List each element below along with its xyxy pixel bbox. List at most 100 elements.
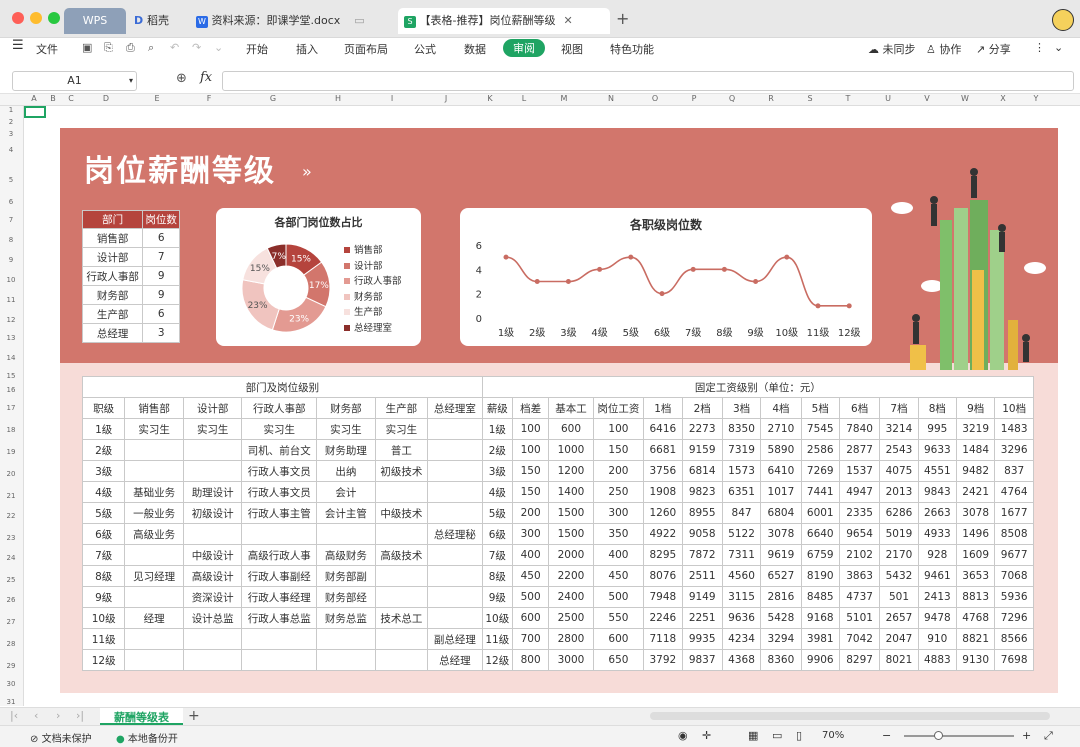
- table-cell[interactable]: 1260: [643, 502, 683, 524]
- table-cell[interactable]: [316, 628, 376, 650]
- column-header[interactable]: L: [506, 94, 542, 103]
- menu-review[interactable]: 审阅: [503, 39, 545, 57]
- table-cell[interactable]: 2246: [643, 607, 683, 629]
- table-cell[interactable]: 9130: [955, 649, 996, 671]
- table-cell[interactable]: 7441: [800, 481, 840, 503]
- table-cell[interactable]: 3115: [721, 586, 762, 608]
- table-cell[interactable]: [241, 649, 318, 671]
- new-tab-icon[interactable]: +: [616, 9, 629, 28]
- table-cell[interactable]: 初级设计: [182, 502, 243, 524]
- table-cell[interactable]: 8297: [838, 649, 881, 671]
- table-cell[interactable]: 高级财务: [316, 544, 376, 566]
- table-cell[interactable]: 3078: [760, 523, 802, 545]
- crosshair-icon[interactable]: ✛: [702, 729, 711, 742]
- dept-cell[interactable]: 9: [142, 285, 180, 305]
- collapse-icon[interactable]: ⌄: [1054, 41, 1063, 54]
- column-header[interactable]: I: [366, 94, 418, 103]
- table-cell[interactable]: 1573: [721, 460, 762, 482]
- hamburger-icon[interactable]: ☰: [12, 38, 24, 53]
- table-cell[interactable]: 9149: [681, 586, 723, 608]
- table-cell[interactable]: 9478: [917, 607, 958, 629]
- table-cell[interactable]: 行政人事经理: [241, 586, 318, 608]
- line-point[interactable]: [846, 303, 852, 309]
- table-cell[interactable]: 8566: [994, 628, 1034, 650]
- zoom-level[interactable]: 70%: [822, 730, 844, 741]
- table-cell[interactable]: 5101: [838, 607, 881, 629]
- table-cell[interactable]: [124, 439, 184, 461]
- table-cell[interactable]: 实习生: [374, 418, 429, 440]
- menu-insert[interactable]: 插入: [296, 41, 318, 57]
- table-cell[interactable]: 9级: [481, 586, 513, 608]
- table-cell[interactable]: 7068: [994, 565, 1034, 587]
- table-cell[interactable]: 995: [917, 418, 958, 440]
- table-cell[interactable]: 见习经理: [124, 565, 184, 587]
- table-cell[interactable]: 4737: [838, 586, 881, 608]
- table-cell[interactable]: 9906: [800, 649, 840, 671]
- table-cell[interactable]: 700: [511, 628, 550, 650]
- horizontal-scrollbar[interactable]: [650, 712, 1050, 720]
- table-cell[interactable]: [124, 649, 184, 671]
- cell-reference-box[interactable]: A1 ▾: [12, 71, 137, 91]
- table-cell[interactable]: 7118: [643, 628, 683, 650]
- dept-cell[interactable]: 生产部: [81, 304, 144, 324]
- table-cell[interactable]: 9159: [681, 439, 723, 461]
- table-cell[interactable]: 1537: [838, 460, 881, 482]
- table-cell[interactable]: [374, 649, 429, 671]
- column-header[interactable]: X: [984, 94, 1022, 103]
- row-header[interactable]: 28: [0, 640, 22, 648]
- table-cell[interactable]: 3219: [955, 418, 996, 440]
- table-cell[interactable]: 2663: [917, 502, 958, 524]
- table-cell[interactable]: 8821: [955, 628, 996, 650]
- table-cell[interactable]: 1484: [955, 439, 996, 461]
- table-cell[interactable]: 实习生: [316, 418, 376, 440]
- table-cell[interactable]: 5122: [721, 523, 762, 545]
- table-cell[interactable]: 9633: [917, 439, 958, 461]
- table-cell[interactable]: 10级: [481, 607, 513, 629]
- normal-view-icon[interactable]: ▦: [748, 729, 758, 742]
- row-header[interactable]: 6: [0, 198, 22, 206]
- table-cell[interactable]: 5890: [760, 439, 802, 461]
- table-cell[interactable]: 8360: [760, 649, 802, 671]
- dept-cell[interactable]: 财务部: [81, 285, 144, 305]
- column-header[interactable]: S: [792, 94, 828, 103]
- table-cell[interactable]: 中级设计: [182, 544, 243, 566]
- column-header[interactable]: Y: [1022, 94, 1050, 103]
- table-cell[interactable]: 1500: [548, 502, 594, 524]
- table-cell[interactable]: [427, 586, 483, 608]
- table-cell[interactable]: 4级: [81, 481, 126, 503]
- table-cell[interactable]: 8021: [879, 649, 919, 671]
- row-header[interactable]: 9: [0, 256, 22, 264]
- table-cell[interactable]: 2816: [760, 586, 802, 608]
- table-cell[interactable]: 8295: [643, 544, 683, 566]
- table-cell[interactable]: [182, 439, 243, 461]
- table-cell[interactable]: 2413: [917, 586, 958, 608]
- row-header[interactable]: 23: [0, 534, 22, 542]
- row-header[interactable]: 26: [0, 596, 22, 604]
- row-header[interactable]: 19: [0, 448, 22, 456]
- table-cell[interactable]: 4764: [994, 481, 1034, 503]
- table-cell[interactable]: 1483: [994, 418, 1034, 440]
- row-header[interactable]: 11: [0, 296, 22, 304]
- table-cell[interactable]: 400: [592, 544, 645, 566]
- table-cell[interactable]: [124, 628, 184, 650]
- table-cell[interactable]: 司机、前台文: [241, 439, 318, 461]
- line-point[interactable]: [534, 279, 540, 284]
- column-header[interactable]: F: [182, 94, 236, 103]
- table-cell[interactable]: 设计总监: [182, 607, 243, 629]
- table-cell[interactable]: 9482: [955, 460, 996, 482]
- table-cell[interactable]: 3214: [879, 418, 919, 440]
- tab-active-sheet[interactable]: S 【表格-推荐】岗位薪酬等级 ✕: [398, 8, 610, 34]
- column-header[interactable]: G: [236, 94, 310, 103]
- table-cell[interactable]: 9837: [681, 649, 723, 671]
- table-cell[interactable]: 技术总工: [374, 607, 429, 629]
- table-cell[interactable]: 4560: [721, 565, 762, 587]
- table-cell[interactable]: 4551: [917, 460, 958, 482]
- table-cell[interactable]: 3级: [481, 460, 513, 482]
- zoom-slider-handle[interactable]: [934, 731, 943, 740]
- table-cell[interactable]: [182, 460, 243, 482]
- table-cell[interactable]: 3792: [643, 649, 683, 671]
- table-cell[interactable]: 总经理: [427, 649, 483, 671]
- row-header[interactable]: 18: [0, 426, 22, 434]
- table-cell[interactable]: 实习生: [124, 418, 184, 440]
- table-cell[interactable]: 8485: [800, 586, 840, 608]
